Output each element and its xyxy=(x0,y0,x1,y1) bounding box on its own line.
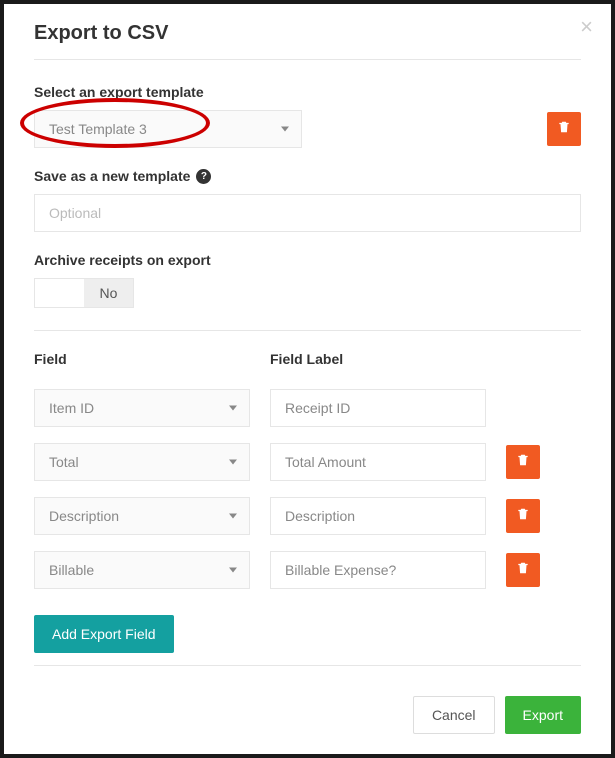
template-select-value: Test Template 3 xyxy=(49,121,147,137)
template-select-label: Select an export template xyxy=(34,84,581,100)
template-row: Test Template 3 xyxy=(34,110,581,148)
cancel-button[interactable]: Cancel xyxy=(413,696,495,734)
field-label-input[interactable] xyxy=(270,551,486,589)
toggle-no[interactable]: No xyxy=(84,279,133,307)
trash-icon xyxy=(516,507,530,526)
delete-field-button[interactable] xyxy=(506,445,540,479)
field-label-input[interactable] xyxy=(270,389,486,427)
field-column-header: Field xyxy=(34,351,250,367)
save-template-input[interactable] xyxy=(34,194,581,232)
archive-toggle[interactable]: No xyxy=(34,278,134,308)
divider xyxy=(34,59,581,60)
add-export-field-button[interactable]: Add Export Field xyxy=(34,615,174,653)
modal-title: Export to CSV xyxy=(34,22,581,45)
field-label-input[interactable] xyxy=(270,443,486,481)
field-select[interactable]: Billable xyxy=(34,551,250,589)
save-template-label: Save as a new template ? xyxy=(34,168,581,184)
help-icon[interactable]: ? xyxy=(196,169,211,184)
field-select[interactable]: Item ID xyxy=(34,389,250,427)
toggle-yes[interactable] xyxy=(35,279,84,307)
trash-icon xyxy=(557,120,571,139)
trash-icon xyxy=(516,453,530,472)
archive-label: Archive receipts on export xyxy=(34,252,581,268)
save-template-row xyxy=(34,194,581,232)
template-select[interactable]: Test Template 3 xyxy=(34,110,302,148)
trash-icon xyxy=(516,561,530,580)
divider xyxy=(34,665,581,666)
close-button[interactable]: × xyxy=(580,16,593,38)
field-label-input[interactable] xyxy=(270,497,486,535)
delete-template-button[interactable] xyxy=(547,112,581,146)
export-modal: × Export to CSV Select an export templat… xyxy=(4,4,611,754)
field-grid: Field Field Label Item ID Total Descript… xyxy=(34,351,581,589)
divider xyxy=(34,330,581,331)
field-select[interactable]: Total xyxy=(34,443,250,481)
export-button[interactable]: Export xyxy=(505,696,581,734)
modal-footer: Cancel Export xyxy=(34,696,581,734)
delete-field-button[interactable] xyxy=(506,553,540,587)
delete-field-button[interactable] xyxy=(506,499,540,533)
label-column-header: Field Label xyxy=(270,351,486,367)
field-select[interactable]: Description xyxy=(34,497,250,535)
